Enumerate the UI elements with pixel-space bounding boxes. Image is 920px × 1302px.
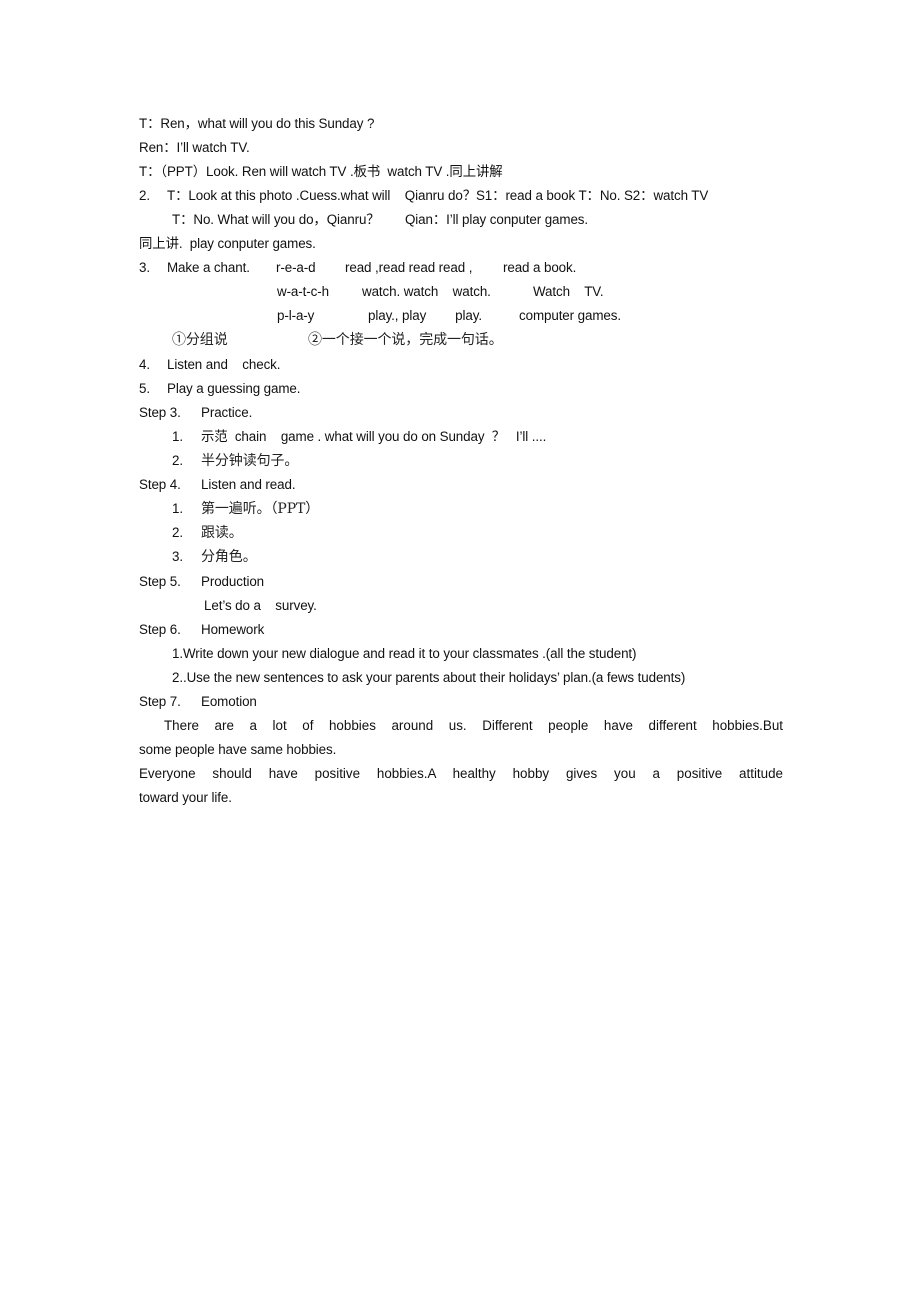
list-number: 2.: [172, 453, 183, 468]
list-number: 1.: [172, 429, 183, 444]
dialogue-line: T：（PPT）Look. Ren will watch TV .板书 watch…: [139, 164, 503, 179]
step-item: 半分钟读句子。: [201, 453, 299, 469]
item2-line: T：Look at this photo .Cuess.what will Qi…: [167, 188, 709, 203]
chant-words: watch. watch watch.: [362, 284, 491, 299]
item4-text: Listen and check.: [167, 357, 281, 372]
step-item: 第一遍听。（PPT）: [201, 501, 320, 517]
chant-spell: w-a-t-c-h: [277, 284, 329, 299]
emotion-paragraph-line: toward your life.: [139, 790, 232, 805]
document-page: T：Ren，what will you do this Sunday ? Ren…: [0, 0, 920, 1302]
step-title: Production: [201, 574, 265, 589]
list-number: 1.: [172, 501, 183, 516]
dialogue-line: T：Ren，what will you do this Sunday ?: [139, 116, 375, 131]
list-number: 4.: [139, 357, 150, 372]
list-number: 2.: [172, 525, 183, 540]
item2-line: 同上讲. play conputer games.: [139, 236, 316, 251]
step-label: Step 4.: [139, 477, 181, 492]
step-title: Eomotion: [201, 694, 257, 709]
step-title: Practice.: [201, 405, 253, 420]
homework-line: 2..Use the new sentences to ask your par…: [172, 670, 686, 685]
step-item: 跟读。: [201, 525, 243, 541]
chant-method: ②一个接一个说，完成一句话。: [308, 332, 503, 348]
chant-phrase: Watch TV.: [533, 284, 604, 299]
emotion-paragraph-line: Everyone should have positive hobbies.A …: [139, 766, 783, 781]
chant-label: Make a chant.: [167, 260, 250, 275]
list-number: 3.: [172, 549, 183, 564]
chant-spell: p-l-a-y: [277, 308, 315, 323]
chant-words: play., play play.: [368, 308, 482, 323]
list-number: 3.: [139, 260, 150, 275]
item2-line: T：No. What will you do，Qianru？ Qian：I’ll…: [172, 212, 589, 227]
step-item: 分角色。: [201, 549, 257, 565]
chant-spell: r-e-a-d: [276, 260, 316, 275]
step-label: Step 3.: [139, 405, 181, 420]
chant-method: ①分组说: [172, 332, 228, 348]
item5-text: Play a guessing game.: [167, 381, 301, 396]
emotion-paragraph-line: There are a lot of hobbies around us. Di…: [164, 718, 783, 733]
emotion-paragraph-line: some people have same hobbies.: [139, 742, 337, 757]
dialogue-line: Ren：I’ll watch TV.: [139, 140, 250, 155]
step-item: 示范 chain game . what will you do on Sund…: [201, 429, 547, 444]
step-title: Listen and read.: [201, 477, 296, 492]
step-label: Step 5.: [139, 574, 181, 589]
chant-phrase: read a book.: [503, 260, 577, 275]
step-label: Step 7.: [139, 694, 181, 709]
step-label: Step 6.: [139, 622, 181, 637]
homework-line: 1.Write down your new dialogue and read …: [172, 646, 637, 661]
step-title: Homework: [201, 622, 265, 637]
list-number: 2.: [139, 188, 150, 203]
step-sub: Let’s do a survey.: [204, 598, 317, 613]
chant-phrase: computer games.: [519, 308, 621, 323]
chant-words: read ,read read read ,: [345, 260, 473, 275]
list-number: 5.: [139, 381, 150, 396]
